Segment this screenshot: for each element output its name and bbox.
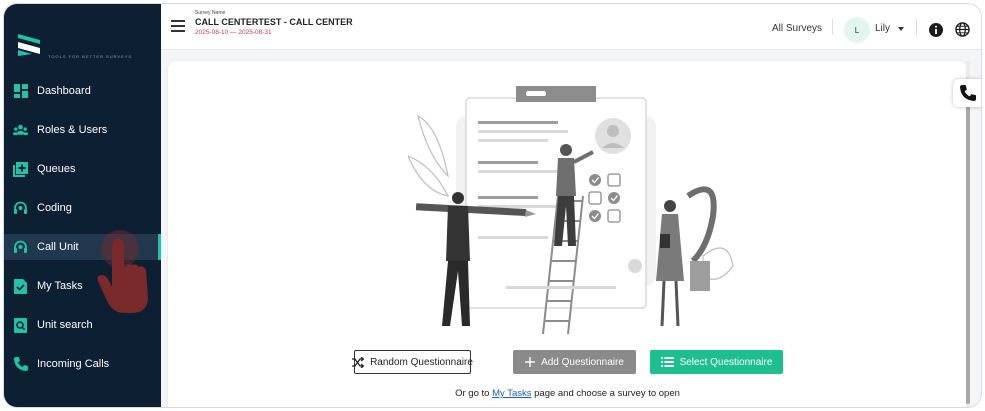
- select-questionnaire-button[interactable]: Select Questionnaire: [650, 350, 783, 374]
- caret-down-icon[interactable]: [898, 27, 904, 31]
- survey-name-label: Survey Name: [195, 10, 226, 16]
- sidebar-item-dashboard[interactable]: Dashboard: [4, 78, 161, 104]
- footer-prefix: Or go to: [455, 388, 493, 399]
- sidebar-item-incoming-calls[interactable]: Incoming Calls: [4, 351, 161, 377]
- pointer-hand-icon: [97, 230, 148, 313]
- header-divider: [832, 19, 833, 35]
- app-window: TOOLS FOR BETTER SURVEYS Dashboard Roles…: [3, 3, 982, 408]
- sidebar-item-label: My Tasks: [37, 280, 83, 292]
- top-header: Survey Name CALL CENTERTEST - CALL CENTE…: [161, 4, 981, 50]
- globe-icon[interactable]: [955, 22, 970, 37]
- add-questionnaire-label: Add Questionnaire: [541, 356, 624, 368]
- avatar[interactable]: L: [844, 17, 870, 43]
- sidebar-item-label: Incoming Calls: [37, 358, 110, 370]
- sidebar-item-label: Dashboard: [37, 85, 91, 97]
- sidebar-item-label: Unit search: [37, 319, 93, 331]
- plus-icon: [525, 357, 536, 367]
- sidebar-item-label: Coding: [37, 202, 72, 214]
- all-surveys-link[interactable]: All Surveys: [772, 23, 822, 34]
- sidebar-item-coding[interactable]: Coding: [4, 195, 161, 221]
- logo-tagline: TOOLS FOR BETTER SURVEYS: [48, 54, 133, 59]
- list-icon: [660, 357, 674, 367]
- user-menu[interactable]: Lily: [875, 23, 890, 34]
- random-questionnaire-button[interactable]: Random Questionnaire: [352, 350, 473, 374]
- footer-hint: Or go to My Tasks page and choose a surv…: [168, 388, 967, 399]
- sidebar-item-label: Roles & Users: [37, 124, 108, 136]
- phone-call-button[interactable]: [953, 79, 981, 107]
- survey-date-range: 2025-08-10 — 2025-08-31: [195, 29, 272, 36]
- main-content: Random Questionnaire Add Questionnaire S…: [168, 61, 967, 407]
- my-tasks-link[interactable]: My Tasks: [492, 388, 531, 399]
- shuffle-icon: [352, 356, 365, 368]
- info-icon[interactable]: [929, 23, 943, 37]
- tasks-icon: [13, 278, 28, 294]
- search-doc-icon: [13, 317, 28, 333]
- users-icon: [13, 123, 28, 138]
- hamburger-menu-icon[interactable]: [171, 20, 185, 32]
- headset-icon: [13, 240, 28, 255]
- random-questionnaire-label: Random Questionnaire: [370, 356, 473, 368]
- header-divider: [916, 19, 917, 35]
- queue-icon: [13, 161, 28, 177]
- phone-icon: [13, 357, 28, 372]
- sidebar: TOOLS FOR BETTER SURVEYS Dashboard Roles…: [4, 4, 161, 407]
- sidebar-item-queues[interactable]: Queues: [4, 156, 161, 182]
- dashboard-icon: [13, 84, 28, 99]
- questionnaire-illustration: [408, 86, 734, 335]
- sidebar-item-label: Call Unit: [37, 241, 79, 253]
- sidebar-item-roles-users[interactable]: Roles & Users: [4, 117, 161, 143]
- scrollbar-thumb[interactable]: [966, 104, 970, 404]
- add-questionnaire-button[interactable]: Add Questionnaire: [513, 350, 636, 374]
- survey-name: CALL CENTERTEST - CALL CENTER: [195, 17, 353, 27]
- phone-icon: [960, 85, 976, 101]
- headset-icon: [13, 201, 28, 216]
- sidebar-item-label: Queues: [37, 163, 76, 175]
- select-questionnaire-label: Select Questionnaire: [679, 356, 773, 368]
- footer-suffix: page and choose a survey to open: [531, 388, 680, 399]
